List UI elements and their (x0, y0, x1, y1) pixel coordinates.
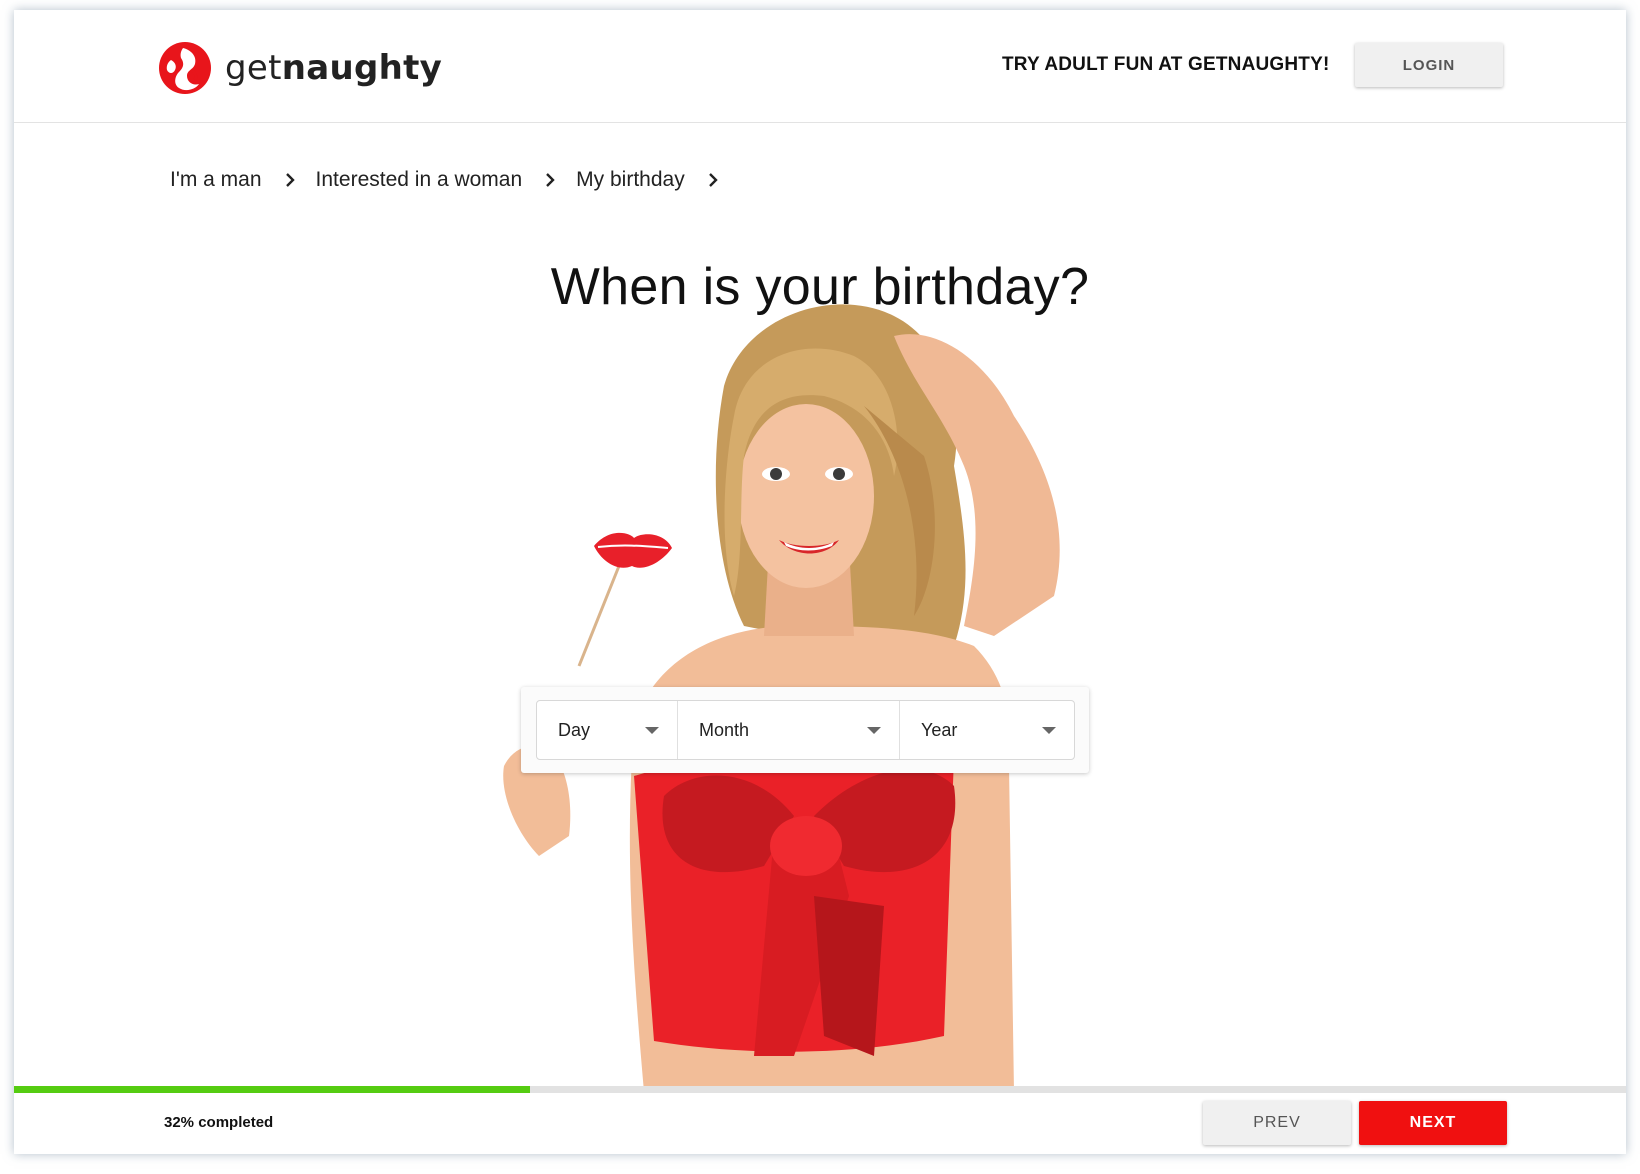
chevron-right-icon (544, 172, 556, 188)
flame-silhouette-icon (159, 42, 211, 94)
signup-window: getnaughty TRY ADULT FUN AT GETNAUGHTY! … (14, 10, 1626, 1154)
progress-bar-fill (14, 1086, 530, 1093)
progress-bar (14, 1086, 1626, 1093)
logo-wordmark: getnaughty (225, 48, 442, 88)
caret-down-icon (1042, 727, 1056, 734)
prev-button[interactable]: PREV (1203, 1101, 1351, 1145)
birthday-selects: Day Month Year (536, 700, 1075, 760)
caret-down-icon (645, 727, 659, 734)
breadcrumb: I'm a man Interested in a woman My birth… (170, 168, 739, 192)
day-select[interactable]: Day (537, 701, 677, 759)
chevron-right-icon (284, 172, 296, 188)
birthday-form: Day Month Year (521, 687, 1089, 773)
next-button[interactable]: NEXT (1359, 1101, 1507, 1145)
breadcrumb-item-birthday[interactable]: My birthday (576, 168, 685, 192)
breadcrumb-item-interest[interactable]: Interested in a woman (316, 168, 523, 192)
logo-wordmark-part2: naughty (281, 48, 443, 88)
site-header: getnaughty TRY ADULT FUN AT GETNAUGHTY! … (14, 10, 1626, 123)
header-tagline: TRY ADULT FUN AT GETNAUGHTY! (1002, 54, 1330, 75)
chevron-right-icon (707, 172, 719, 188)
progress-label: 32% completed (164, 1114, 274, 1131)
logo-wordmark-part1: get (225, 48, 282, 88)
day-select-label: Day (558, 719, 591, 740)
year-select-label: Year (921, 719, 958, 740)
login-button[interactable]: LOGIN (1355, 43, 1503, 87)
year-select[interactable]: Year (899, 701, 1074, 759)
caret-down-icon (867, 727, 881, 734)
month-select-label: Month (699, 719, 750, 740)
month-select[interactable]: Month (677, 701, 899, 759)
site-logo[interactable]: getnaughty (157, 36, 442, 100)
breadcrumb-item-gender[interactable]: I'm a man (170, 168, 262, 192)
